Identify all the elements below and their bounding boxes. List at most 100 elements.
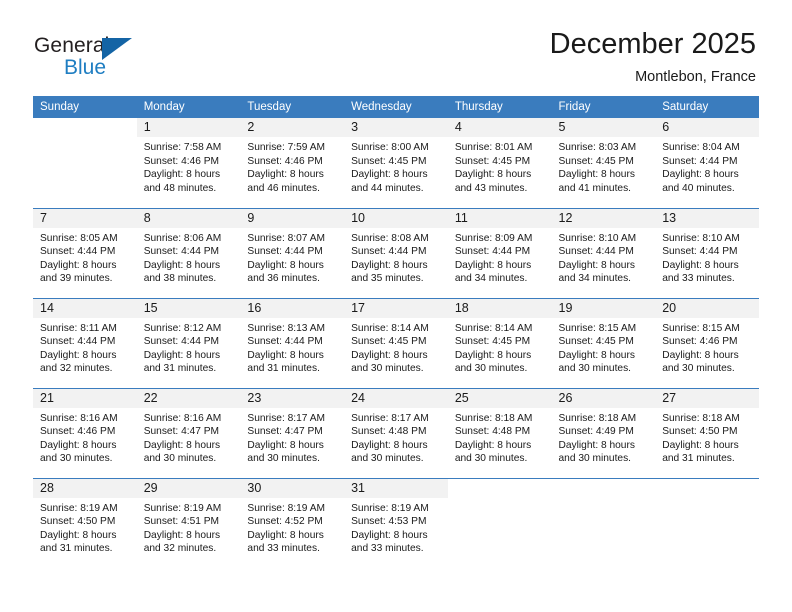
day-number: 6 [655, 118, 759, 137]
sunset-text: Sunset: 4:52 PM [247, 516, 323, 528]
day-cell[interactable]: 20 Sunrise: 8:15 AM Sunset: 4:46 PM Dayligh… [655, 297, 759, 388]
day-cell[interactable]: 13 Sunrise: 8:10 AM Sunset: 4:44 PM Dayligh… [655, 207, 759, 298]
day-cell[interactable]: 31 Sunrise: 8:19 AM Sunset: 4:53 PM Dayligh… [344, 477, 448, 568]
day-cell[interactable]: 14 Sunrise: 8:11 AM Sunset: 4:44 PM Dayligh… [33, 297, 137, 388]
day-cell[interactable]: 10 Sunrise: 8:08 AM Sunset: 4:44 PM Dayligh… [344, 207, 448, 298]
day-cell[interactable]: 9 Sunrise: 8:07 AM Sunset: 4:44 PM Daylight… [240, 207, 345, 298]
sunrise-text: Sunrise: 8:08 AM [351, 232, 429, 244]
day-sun-info: Sunrise: 8:17 AM Sunset: 4:48 PM Daylight:… [344, 408, 448, 466]
daylight-text-line2: and 48 minutes. [143, 182, 217, 194]
daylight-text-line1: Daylight: 8 hours [351, 169, 428, 181]
day-number: 8 [136, 208, 241, 228]
day-cell[interactable]: 23 Sunrise: 8:17 AM Sunset: 4:47 PM Dayligh… [240, 387, 345, 478]
day-cell[interactable]: 5 Sunrise: 8:03 AM Sunset: 4:45 PM Daylight… [551, 118, 656, 208]
daylight-text-line2: and 43 minutes. [454, 182, 528, 194]
daylight-text-line2: and 32 minutes. [40, 363, 113, 375]
daylight-text-line2: and 41 minutes. [558, 182, 632, 194]
day-cell[interactable]: 26 Sunrise: 8:18 AM Sunset: 4:49 PM Dayligh… [551, 387, 656, 478]
daylight-text-line1: Daylight: 8 hours [143, 529, 221, 541]
day-cell[interactable]: 21 Sunrise: 8:16 AM Sunset: 4:46 PM Dayligh… [33, 387, 137, 478]
day-sun-info: Sunrise: 8:19 AM Sunset: 4:50 PM Daylight:… [33, 498, 137, 556]
sunrise-text: Sunrise: 8:13 AM [247, 322, 325, 334]
daylight-text-line1: Daylight: 8 hours [454, 349, 532, 361]
day-cell[interactable]: 25 Sunrise: 8:18 AM Sunset: 4:48 PM Dayligh… [447, 387, 552, 478]
daylight-text-line2: and 30 minutes. [454, 453, 528, 465]
day-cell[interactable]: 18 Sunrise: 8:14 AM Sunset: 4:45 PM Dayligh… [447, 297, 552, 388]
day-cell[interactable]: 22 Sunrise: 8:16 AM Sunset: 4:47 PM Dayligh… [136, 387, 241, 478]
day-cell[interactable]: 27 Sunrise: 8:18 AM Sunset: 4:50 PM Dayligh… [655, 387, 759, 478]
day-cell-empty [551, 477, 656, 568]
day-cell[interactable]: 19 Sunrise: 8:15 AM Sunset: 4:45 PM Dayligh… [551, 297, 656, 388]
day-number: 22 [136, 388, 241, 408]
sunrise-text: Sunrise: 8:19 AM [143, 502, 222, 514]
sunrise-text: Sunrise: 8:01 AM [454, 142, 533, 153]
sunset-text: Sunset: 4:44 PM [40, 246, 116, 258]
day-number: 25 [447, 388, 552, 408]
sunset-text: Sunset: 4:44 PM [143, 336, 220, 348]
sunrise-text: Sunrise: 8:14 AM [351, 322, 429, 334]
sunset-text: Sunset: 4:45 PM [351, 155, 427, 167]
sunrise-text: Sunrise: 7:59 AM [247, 142, 325, 153]
day-cell[interactable]: 1 Sunrise: 7:58 AM Sunset: 4:46 PM Daylight… [136, 118, 241, 208]
sunset-text: Sunset: 4:50 PM [662, 426, 738, 438]
day-cell[interactable]: 2 Sunrise: 7:59 AM Sunset: 4:46 PM Daylight… [240, 118, 345, 208]
day-cell[interactable]: 11 Sunrise: 8:09 AM Sunset: 4:44 PM Dayligh… [447, 207, 552, 298]
day-cell[interactable]: 8 Sunrise: 8:06 AM Sunset: 4:44 PM Daylight… [136, 207, 241, 298]
sunrise-text: Sunrise: 8:17 AM [247, 412, 325, 424]
day-cell[interactable]: 12 Sunrise: 8:10 AM Sunset: 4:44 PM Dayligh… [551, 207, 656, 298]
day-number: 7 [33, 208, 137, 228]
day-cell[interactable]: 3 Sunrise: 8:00 AM Sunset: 4:45 PM Daylight… [344, 118, 448, 208]
sunset-text: Sunset: 4:44 PM [558, 246, 634, 258]
sunset-text: Sunset: 4:48 PM [351, 426, 427, 438]
day-number: 4 [447, 118, 552, 137]
day-cell[interactable]: 30 Sunrise: 8:19 AM Sunset: 4:52 PM Dayligh… [240, 477, 345, 568]
daylight-text-line1: Daylight: 8 hours [247, 439, 324, 451]
sunset-text: Sunset: 4:45 PM [351, 336, 427, 348]
calendar-wrapper: Sunday Monday Tuesday Wednesday Thursday Frid… [0, 96, 792, 568]
day-cell[interactable]: 28 Sunrise: 8:19 AM Sunset: 4:50 PM Dayligh… [33, 477, 137, 568]
day-cell[interactable]: 24 Sunrise: 8:17 AM Sunset: 4:48 PM Dayligh… [344, 387, 448, 478]
daylight-text-line1: Daylight: 8 hours [247, 259, 324, 271]
sunset-text: Sunset: 4:44 PM [662, 246, 738, 258]
day-number: 13 [655, 208, 759, 228]
daylight-text-line2: and 33 minutes. [247, 543, 320, 555]
day-cell[interactable]: 16 Sunrise: 8:13 AM Sunset: 4:44 PM Dayligh… [240, 297, 345, 388]
sunrise-text: Sunrise: 8:18 AM [558, 412, 637, 424]
triangle-icon [102, 38, 132, 60]
sunrise-text: Sunrise: 8:15 AM [558, 322, 637, 334]
day-sun-info: Sunrise: 8:18 AM Sunset: 4:48 PM Daylight:… [448, 408, 552, 466]
general-blue-logo[interactable]: General Blue [34, 34, 154, 90]
day-cell[interactable]: 15 Sunrise: 8:12 AM Sunset: 4:44 PM Dayligh… [136, 297, 241, 388]
sunrise-text: Sunrise: 8:04 AM [662, 142, 740, 153]
daylight-text-line1: Daylight: 8 hours [143, 169, 221, 181]
day-cell[interactable]: 17 Sunrise: 8:14 AM Sunset: 4:45 PM Dayligh… [344, 297, 448, 388]
day-number: 3 [344, 118, 448, 137]
daylight-text-line2: and 30 minutes. [351, 453, 424, 465]
day-sun-info: Sunrise: 8:12 AM Sunset: 4:44 PM Daylight:… [137, 318, 241, 376]
sunrise-text: Sunrise: 8:19 AM [247, 502, 325, 514]
sunset-text: Sunset: 4:45 PM [454, 155, 531, 167]
daylight-text-line1: Daylight: 8 hours [558, 349, 635, 361]
day-cell[interactable]: 4 Sunrise: 8:01 AM Sunset: 4:45 PM Daylight… [447, 118, 552, 208]
day-sun-info: Sunrise: 7:59 AM Sunset: 4:46 PM Daylight:… [240, 137, 344, 195]
sunrise-text: Sunrise: 8:09 AM [454, 232, 533, 244]
day-sun-info: Sunrise: 8:14 AM Sunset: 4:45 PM Daylight:… [344, 318, 448, 376]
daylight-text-line1: Daylight: 8 hours [662, 259, 739, 271]
day-number: 27 [655, 388, 759, 408]
day-cell[interactable]: 7 Sunrise: 8:05 AM Sunset: 4:44 PM Daylight… [33, 207, 137, 298]
day-sun-info: Sunrise: 8:01 AM Sunset: 4:45 PM Daylight:… [448, 137, 552, 195]
daylight-text-line2: and 30 minutes. [454, 363, 528, 375]
sunrise-text: Sunrise: 8:18 AM [662, 412, 740, 424]
day-cell[interactable]: 29 Sunrise: 8:19 AM Sunset: 4:51 PM Dayligh… [136, 477, 241, 568]
daylight-text-line2: and 31 minutes. [662, 453, 735, 465]
day-number: 18 [447, 298, 552, 318]
day-number: 29 [136, 478, 241, 498]
day-cell[interactable]: 6 Sunrise: 8:04 AM Sunset: 4:44 PM Daylight… [655, 118, 759, 208]
sunrise-text: Sunrise: 8:15 AM [662, 322, 740, 334]
sunset-text: Sunset: 4:46 PM [143, 155, 220, 167]
sunset-text: Sunset: 4:44 PM [40, 336, 116, 348]
day-sun-info: Sunrise: 8:03 AM Sunset: 4:45 PM Daylight:… [552, 137, 656, 195]
day-sun-info: Sunrise: 8:11 AM Sunset: 4:44 PM Daylight:… [33, 318, 137, 376]
daylight-text-line2: and 46 minutes. [247, 182, 320, 194]
daylight-text-line2: and 39 minutes. [40, 273, 113, 285]
